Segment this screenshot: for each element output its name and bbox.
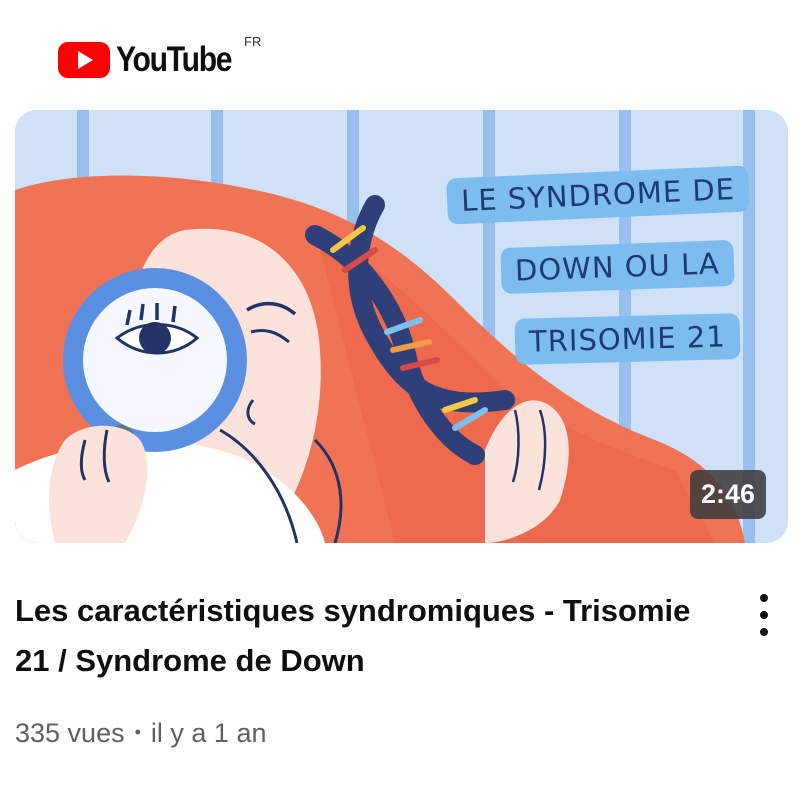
thumbnail-caption-line-2: DOWN OU LA	[500, 239, 735, 295]
thumbnail-caption-line-3: TRISOMIE 21	[514, 313, 741, 365]
youtube-play-icon[interactable]	[58, 42, 110, 78]
video-title[interactable]: Les caractéristiques syndromiques - Tris…	[15, 586, 705, 686]
more-vert-icon	[760, 594, 768, 602]
more-vert-icon-dot	[760, 611, 768, 619]
meta-separator: •	[134, 722, 141, 742]
upload-age: il y a 1 an	[150, 718, 267, 748]
youtube-header: YouTube FR	[58, 34, 318, 82]
video-metadata: 335 vues • il y a 1 an	[15, 718, 266, 749]
region-code: FR	[244, 34, 262, 49]
more-vert-icon-dot	[760, 628, 768, 636]
video-duration-badge: 2:46	[689, 470, 766, 519]
youtube-wordmark[interactable]: YouTube	[116, 40, 233, 80]
video-thumbnail[interactable]: LE SYNDROME DE DOWN OU LA TRISOMIE 21 2:…	[15, 110, 788, 543]
more-options-button[interactable]	[744, 588, 784, 642]
view-count: 335 vues	[15, 718, 125, 748]
